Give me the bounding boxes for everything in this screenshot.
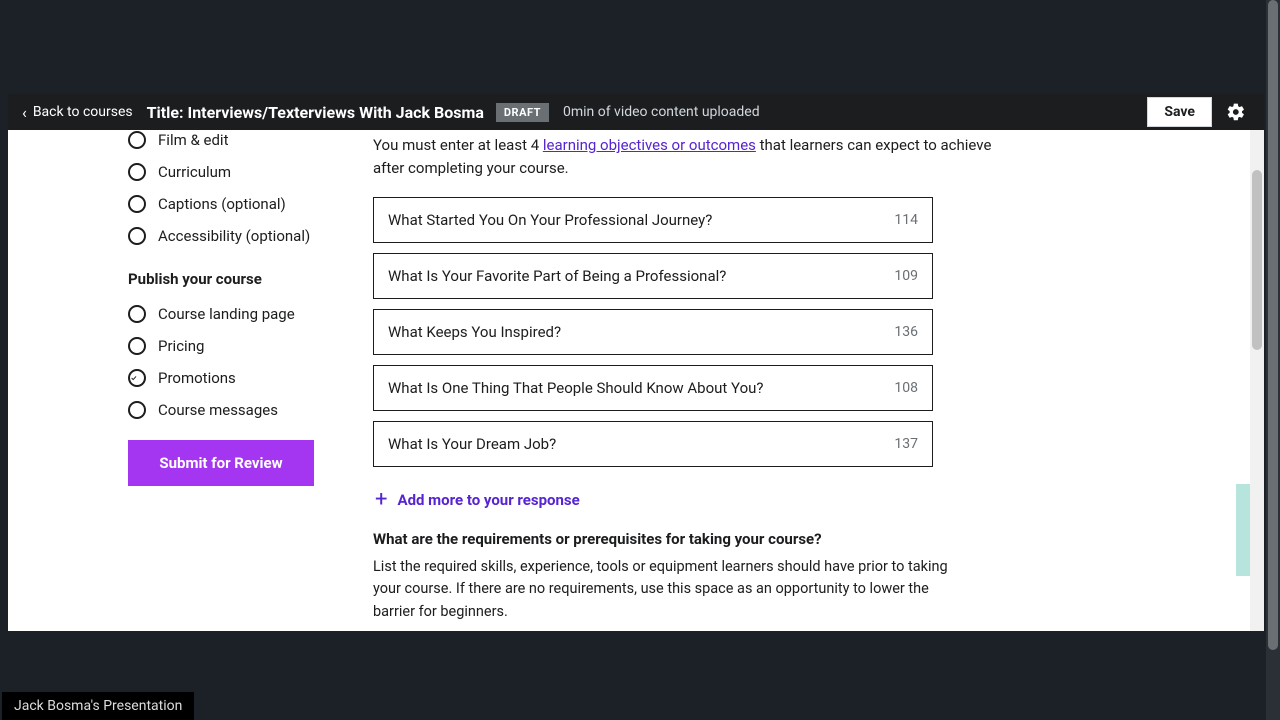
upload-status: 0min of video content uploaded (563, 104, 760, 120)
sidebar-item-landing-page[interactable]: Course landing page (128, 298, 338, 330)
radio-icon (128, 401, 146, 419)
draft-badge: DRAFT (496, 103, 549, 122)
sidebar-item-label: Captions (optional) (158, 195, 286, 213)
sidebar-item-course-messages[interactable]: Course messages (128, 394, 338, 426)
radio-icon (128, 227, 146, 245)
back-to-courses-link[interactable]: ‹ Back to courses (8, 103, 133, 122)
help-widget-tab[interactable] (1236, 484, 1250, 576)
sidebar-item-captions[interactable]: Captions (optional) (128, 188, 338, 220)
sidebar-item-promotions[interactable]: Promotions (128, 362, 338, 394)
requirements-question: What are the requirements or prerequisit… (373, 530, 1013, 548)
save-button[interactable]: Save (1147, 97, 1212, 127)
main-panel: You must enter at least 4 learning objec… (373, 130, 1013, 631)
radio-icon (128, 337, 146, 355)
sidebar-item-pricing[interactable]: Pricing (128, 330, 338, 362)
sidebar-item-label: Pricing (158, 337, 204, 355)
settings-button[interactable] (1222, 98, 1250, 126)
plus-icon: + (375, 487, 387, 512)
radio-icon (128, 163, 146, 181)
sidebar-item-label: Curriculum (158, 163, 231, 181)
radio-checked-icon (128, 369, 146, 387)
inner-scrollbar[interactable] (1250, 130, 1264, 631)
sidebar-item-curriculum[interactable]: Curriculum (128, 156, 338, 188)
objective-input[interactable]: What Is Your Favorite Part of Being a Pr… (373, 253, 933, 299)
objective-value: What Is Your Favorite Part of Being a Pr… (388, 267, 894, 285)
intro-pre: You must enter at least 4 (373, 136, 543, 154)
sidebar-item-label: Accessibility (optional) (158, 227, 310, 245)
learning-objectives-link[interactable]: learning objectives or outcomes (543, 136, 756, 154)
objective-value: What Keeps You Inspired? (388, 323, 894, 341)
course-title: Title: Interviews/Texterviews With Jack … (147, 103, 484, 122)
objective-input[interactable]: What Started You On Your Professional Jo… (373, 197, 933, 243)
gear-icon (1226, 102, 1246, 122)
sidebar-item-label: Promotions (158, 369, 236, 387)
add-more-button[interactable]: + Add more to your response (373, 477, 1013, 530)
sidebar-item-accessibility[interactable]: Accessibility (optional) (128, 220, 338, 252)
radio-icon (128, 131, 146, 149)
sidebar-item-label: Course messages (158, 401, 278, 419)
radio-icon (128, 305, 146, 323)
content-area: Film & edit Curriculum Captions (optiona… (8, 130, 1264, 631)
intro-text: You must enter at least 4 learning objec… (373, 130, 1013, 179)
sidebar: Film & edit Curriculum Captions (optiona… (128, 130, 338, 486)
chevron-left-icon: ‹ (22, 103, 27, 122)
objective-input[interactable]: What Keeps You Inspired? 136 (373, 309, 933, 355)
char-count: 108 (894, 380, 918, 396)
requirements-description: List the required skills, experience, to… (373, 556, 973, 623)
add-more-label: Add more to your response (397, 491, 579, 509)
sidebar-section-header: Publish your course (128, 270, 338, 288)
app-viewport: ‹ Back to courses Title: Interviews/Text… (8, 94, 1264, 631)
objective-value: What Is Your Dream Job? (388, 435, 894, 453)
radio-icon (128, 195, 146, 213)
outer-scrollbar[interactable] (1266, 0, 1280, 720)
back-label: Back to courses (33, 104, 133, 120)
sidebar-item-label: Course landing page (158, 305, 295, 323)
sidebar-item-film-edit[interactable]: Film & edit (128, 124, 338, 156)
char-count: 109 (894, 268, 918, 284)
submit-for-review-button[interactable]: Submit for Review (128, 440, 314, 486)
objective-input[interactable]: What Is One Thing That People Should Kno… (373, 365, 933, 411)
sidebar-item-label: Film & edit (158, 131, 228, 149)
char-count: 136 (894, 324, 918, 340)
char-count: 137 (894, 436, 918, 452)
objective-value: What Is One Thing That People Should Kno… (388, 379, 894, 397)
objective-input[interactable]: What Is Your Dream Job? 137 (373, 421, 933, 467)
presentation-caption: Jack Bosma's Presentation (2, 692, 194, 720)
objective-value: What Started You On Your Professional Jo… (388, 211, 894, 229)
char-count: 114 (894, 212, 918, 228)
